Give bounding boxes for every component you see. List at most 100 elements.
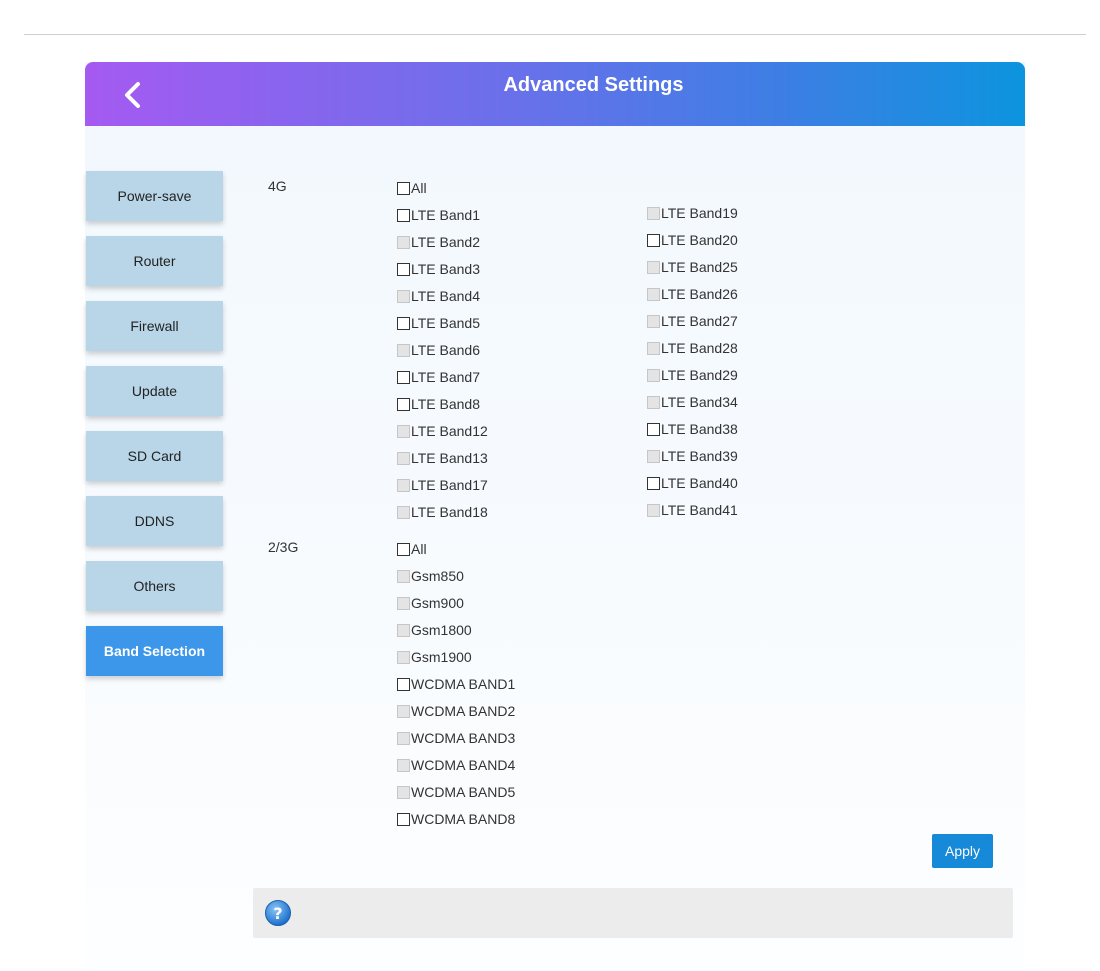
checkbox-icon[interactable] xyxy=(397,542,410,556)
checkbox-wcdma-band1[interactable]: WCDMA BAND1 xyxy=(397,676,515,692)
checkbox-icon[interactable] xyxy=(647,422,660,436)
checkbox-icon xyxy=(647,341,660,355)
checkbox-icon xyxy=(647,503,660,517)
help-bar: ? xyxy=(253,888,1013,938)
checkbox-wcdma-band8[interactable]: WCDMA BAND8 xyxy=(397,811,515,827)
checkbox-label: WCDMA BAND2 xyxy=(411,703,516,719)
checkbox-label: LTE Band40 xyxy=(661,475,738,491)
checkbox-icon xyxy=(397,343,410,357)
checkbox-lte-band4: LTE Band4 xyxy=(397,288,480,304)
apply-button[interactable]: Apply xyxy=(932,834,993,868)
checkbox-icon xyxy=(647,368,660,382)
checkbox-lte-band1[interactable]: LTE Band1 xyxy=(397,207,480,223)
advanced-settings-panel: Advanced Settings Power-save Router Fire… xyxy=(85,62,1025,971)
checkbox-label: LTE Band13 xyxy=(411,450,488,466)
checkbox-label: LTE Band2 xyxy=(411,234,481,250)
checkbox-label: LTE Band26 xyxy=(661,286,738,302)
page-title: Advanced Settings xyxy=(503,74,684,96)
checkbox-lte-band17: LTE Band17 xyxy=(397,477,488,493)
checkbox-gsm1900: Gsm1900 xyxy=(397,649,472,665)
checkbox-label: LTE Band27 xyxy=(661,313,738,329)
checkbox-label: WCDMA BAND8 xyxy=(411,811,516,827)
checkbox-label: WCDMA BAND1 xyxy=(411,676,516,692)
checkbox-wcdma-band2: WCDMA BAND2 xyxy=(397,703,515,719)
checkbox-icon xyxy=(397,785,410,799)
checkbox-label: LTE Band25 xyxy=(661,259,738,275)
menu-item-update[interactable]: Update xyxy=(86,366,223,416)
checkbox-label: All xyxy=(411,180,427,196)
checkbox-icon xyxy=(647,449,660,463)
header-bar: Advanced Settings xyxy=(85,62,1025,126)
checkbox-icon xyxy=(397,758,410,772)
checkbox-icon[interactable] xyxy=(647,476,660,490)
checkbox-label: LTE Band20 xyxy=(661,232,738,248)
menu-item-router[interactable]: Router xyxy=(86,236,223,286)
checkbox-23g-all[interactable]: All xyxy=(397,541,427,557)
checkbox-lte-band28: LTE Band28 xyxy=(647,340,738,356)
checkbox-icon xyxy=(397,478,410,492)
checkbox-icon[interactable] xyxy=(397,181,410,195)
checkbox-icon xyxy=(397,424,410,438)
checkbox-icon[interactable] xyxy=(397,370,410,384)
checkbox-lte-band34: LTE Band34 xyxy=(647,394,738,410)
checkbox-label: LTE Band3 xyxy=(411,261,481,277)
help-icon[interactable]: ? xyxy=(265,900,291,926)
checkbox-label: LTE Band8 xyxy=(411,396,481,412)
checkbox-label: Gsm850 xyxy=(411,568,464,584)
checkbox-wcdma-band5: WCDMA BAND5 xyxy=(397,784,515,800)
checkbox-lte-band20[interactable]: LTE Band20 xyxy=(647,232,738,248)
checkbox-icon xyxy=(647,287,660,301)
svg-text:?: ? xyxy=(273,904,282,923)
checkbox-icon[interactable] xyxy=(647,233,660,247)
checkbox-icon[interactable] xyxy=(397,262,410,276)
menu-item-power-save[interactable]: Power-save xyxy=(86,171,223,221)
checkbox-label: LTE Band39 xyxy=(661,448,738,464)
checkbox-lte-band3[interactable]: LTE Band3 xyxy=(397,261,480,277)
top-divider xyxy=(24,34,1086,35)
checkbox-lte-band38[interactable]: LTE Band38 xyxy=(647,421,738,437)
checkbox-label: LTE Band41 xyxy=(661,502,738,518)
checkbox-icon[interactable] xyxy=(397,208,410,222)
checkbox-wcdma-band3: WCDMA BAND3 xyxy=(397,730,515,746)
checkbox-lte-band25: LTE Band25 xyxy=(647,259,738,275)
checkbox-icon xyxy=(397,569,410,583)
checkbox-icon[interactable] xyxy=(397,397,410,411)
checkbox-lte-band8[interactable]: LTE Band8 xyxy=(397,396,480,412)
checkbox-label: LTE Band38 xyxy=(661,421,738,437)
menu-item-others[interactable]: Others xyxy=(86,561,223,611)
checkbox-label: WCDMA BAND4 xyxy=(411,757,516,773)
checkbox-label: LTE Band19 xyxy=(661,205,738,221)
checkbox-icon xyxy=(647,314,660,328)
checkbox-icon[interactable] xyxy=(397,812,410,826)
checkbox-4g-all[interactable]: All xyxy=(397,180,427,196)
checkbox-label: WCDMA BAND3 xyxy=(411,730,516,746)
checkbox-icon xyxy=(647,260,660,274)
menu-item-firewall[interactable]: Firewall xyxy=(86,301,223,351)
checkbox-lte-band18: LTE Band18 xyxy=(397,504,488,520)
checkbox-label: LTE Band7 xyxy=(411,369,481,385)
checkbox-lte-band40[interactable]: LTE Band40 xyxy=(647,475,738,491)
checkbox-icon[interactable] xyxy=(397,316,410,330)
menu-item-sd-card[interactable]: SD Card xyxy=(86,431,223,481)
checkbox-label: LTE Band6 xyxy=(411,342,481,358)
checkbox-lte-band41: LTE Band41 xyxy=(647,502,738,518)
checkbox-label: Gsm900 xyxy=(411,595,464,611)
checkbox-icon xyxy=(397,235,410,249)
checkbox-lte-band5[interactable]: LTE Band5 xyxy=(397,315,480,331)
checkbox-lte-band27: LTE Band27 xyxy=(647,313,738,329)
menu-item-ddns[interactable]: DDNS xyxy=(86,496,223,546)
checkbox-lte-band7[interactable]: LTE Band7 xyxy=(397,369,480,385)
checkbox-label: LTE Band28 xyxy=(661,340,738,356)
checkbox-icon xyxy=(397,289,410,303)
checkbox-lte-band39: LTE Band39 xyxy=(647,448,738,464)
checkbox-lte-band13: LTE Band13 xyxy=(397,450,488,466)
menu-item-band-selection[interactable]: Band Selection xyxy=(86,626,223,676)
checkbox-label: LTE Band5 xyxy=(411,315,481,331)
checkbox-label: LTE Band12 xyxy=(411,423,488,439)
checkbox-label: Gsm1800 xyxy=(411,622,472,638)
checkbox-label: LTE Band34 xyxy=(661,394,738,410)
checkbox-gsm1800: Gsm1800 xyxy=(397,622,472,638)
checkbox-label: LTE Band1 xyxy=(411,207,481,223)
checkbox-icon xyxy=(647,395,660,409)
checkbox-icon[interactable] xyxy=(397,677,410,691)
